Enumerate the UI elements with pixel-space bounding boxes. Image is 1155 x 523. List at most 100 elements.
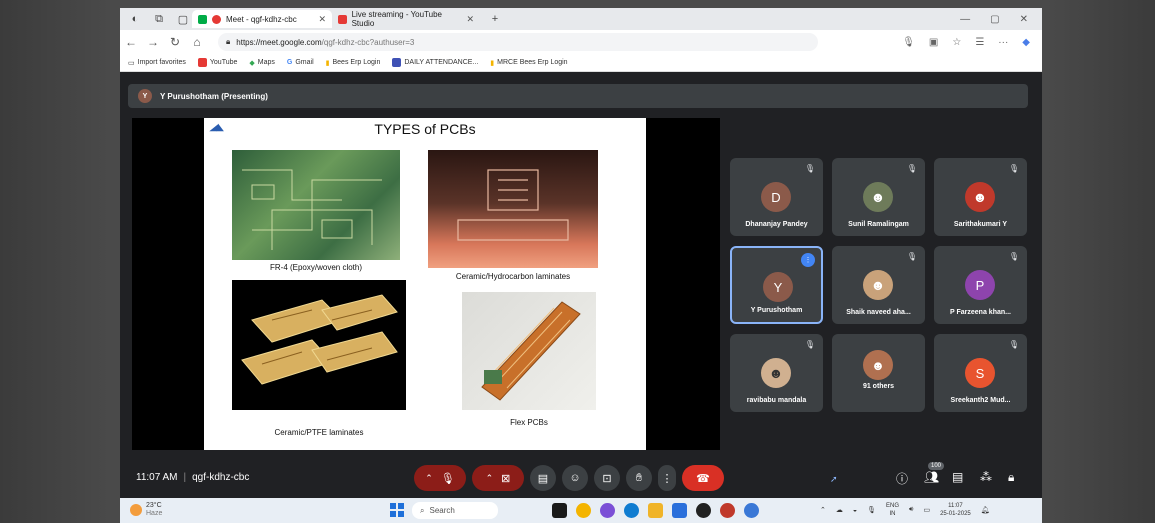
presenter-label: Y Purushotham (Presenting) [160, 91, 268, 101]
favorites-icon[interactable]: ☰ [975, 37, 984, 48]
participant-tile[interactable]: 🎙︎ ☻ ravibabu mandala [730, 334, 823, 412]
caption-fr4: FR-4 (Epoxy/woven cloth) [269, 263, 363, 272]
language-code: ENG [886, 503, 900, 509]
app-icon[interactable] [672, 503, 687, 518]
reactions-button[interactable]: ☺ [562, 465, 588, 491]
notification-bell-icon[interactable]: 🔔︎ [981, 506, 990, 514]
participant-tile[interactable]: 🎙︎ S Sreekanth2 Mud... [934, 334, 1027, 412]
present-button[interactable]: ⊡ [594, 465, 620, 491]
meeting-details-icon[interactable]: ⓘ [896, 470, 908, 487]
region-code: IN [889, 511, 896, 517]
url-field[interactable]: 🔒︎ https://meet.google.com/qgf-kdhz-cbc?… [218, 33, 818, 51]
participant-tile-speaking[interactable]: ⋮ Y Y Purushotham [730, 246, 823, 324]
volume-icon[interactable]: 🔊︎ [909, 506, 913, 514]
more-icon[interactable]: ··· [998, 37, 1008, 48]
muted-mic-icon: 🎙︎ [1008, 252, 1019, 261]
mic-tray-icon[interactable]: 🎙︎ [867, 506, 876, 514]
person-photo-icon: ☻ [870, 277, 886, 293]
chevron-up-icon: ⌃ [425, 472, 433, 483]
forward-icon[interactable]: → [142, 35, 164, 49]
weather-widget[interactable]: 23°C Haze [130, 502, 162, 518]
avatar: ☻ [863, 270, 893, 300]
tray-overflow-icon[interactable]: ⌃ [820, 506, 826, 514]
app-icon[interactable] [576, 503, 591, 518]
bookmark-icon: ▮ [325, 59, 330, 67]
file-explorer-icon[interactable] [648, 503, 663, 518]
windows-start-icon[interactable] [390, 503, 404, 517]
microphone-toggle-button[interactable]: ⌃ 🎙︎ [414, 465, 466, 491]
close-window-icon[interactable]: ✕ [1020, 14, 1028, 25]
camera-off-icon: ⊠ [501, 472, 511, 485]
tab-actions-icon[interactable]: ▢ [174, 10, 192, 28]
network-icon[interactable]: ◒ [853, 507, 857, 514]
more-vert-icon: ⋮ [661, 472, 673, 485]
more-options-button[interactable]: ⋮ [658, 465, 676, 491]
camera-toggle-button[interactable]: ⌃ ⊠ [472, 465, 524, 491]
chrome-icon[interactable] [720, 503, 735, 518]
refresh-icon[interactable]: ↻ [164, 35, 186, 49]
bookmark-bees-erp[interactable]: ▮ Bees Erp Login [326, 59, 381, 67]
caption-ceramic-hydrocarbon: Ceramic/Hydrocarbon laminates [455, 272, 571, 281]
profile-icon[interactable]: ◐ [126, 10, 144, 28]
bookmark-youtube[interactable]: YouTube [197, 58, 237, 67]
participant-tile[interactable]: 🎙︎ ☻ Sarithakumari Y [934, 158, 1027, 236]
others-tile[interactable]: ☻ 91 others [832, 334, 925, 412]
captions-button[interactable]: ▤ [530, 465, 556, 491]
minimize-icon[interactable]: — [960, 14, 970, 25]
battery-icon[interactable]: ▭ [923, 506, 930, 514]
participant-name: Sreekanth2 Mud... [950, 397, 1011, 404]
task-view-icon[interactable] [552, 503, 567, 518]
others-avatars-icon: ☻ [863, 350, 893, 380]
copilot-icon[interactable]: ◆ [1022, 37, 1030, 48]
activities-icon[interactable]: ⁂ [980, 470, 992, 484]
temperature: 23°C [146, 502, 162, 509]
people-icon[interactable]: 👥︎ [924, 470, 939, 484]
close-tab-icon[interactable]: ✕ [466, 14, 474, 25]
ceramic-hydrocarbon-pcb-image [428, 150, 598, 268]
participant-tile[interactable]: 🎙︎ ☻ Shaik naveed aha... [832, 246, 925, 324]
bookmark-gmail[interactable]: G Gmail [287, 59, 314, 66]
participant-tile[interactable]: 🎙︎ P P Farzeena khan... [934, 246, 1027, 324]
sheet-icon [392, 58, 402, 67]
workspaces-icon[interactable]: ⧉ [150, 10, 168, 28]
bookmark-maps[interactable]: ◆ Maps [249, 59, 275, 67]
mic-off-icon: 🎙︎ [440, 472, 455, 485]
new-tab-button[interactable]: + [486, 10, 504, 28]
app-icon[interactable] [600, 503, 615, 518]
participant-name: Sunil Ramalingam [848, 221, 909, 228]
raise-hand-button[interactable]: ✋︎ [626, 465, 652, 491]
close-tab-icon[interactable]: ✕ [318, 14, 326, 25]
edge-icon[interactable] [624, 503, 639, 518]
meeting-code: qgf-kdhz-cbc [192, 472, 250, 483]
tab-meet[interactable]: Meet - qgf-kdhz-cbc ✕ [192, 10, 332, 28]
ceramic-ptfe-pcb-image [232, 280, 406, 410]
address-bar-row: ← → ↻ ⌂ 🔒︎ https://meet.google.com/qgf-k… [120, 30, 1042, 54]
reader-icon[interactable]: ▣ [929, 37, 938, 48]
google-icon: G [286, 59, 293, 66]
language-indicator[interactable]: ENG IN [886, 502, 899, 518]
taskbar-clock[interactable]: 11:07 25-01-2025 [940, 502, 971, 518]
leave-call-button[interactable]: ☎︎ [682, 465, 724, 491]
url-path: /qgf-kdhz-cbc?authuser=3 [321, 37, 415, 47]
home-icon[interactable]: ⌂ [186, 35, 208, 49]
tab-youtube-studio[interactable]: Live streaming - YouTube Studio ✕ [332, 10, 480, 28]
bookmark-import-favorites[interactable]: ▭ Import favorites [128, 59, 186, 67]
chat-icon[interactable]: ▤ [952, 470, 963, 484]
maximize-icon[interactable]: ▢ [990, 14, 999, 25]
taskbar-search[interactable]: ⌕ Search [412, 502, 498, 519]
cloud-icon[interactable]: ☁︎ [836, 506, 843, 514]
microphone-icon[interactable]: 🎙︎ [902, 37, 915, 48]
app-icon[interactable] [744, 503, 759, 518]
participant-tile[interactable]: 🎙︎ ☻ Sunil Ramalingam [832, 158, 925, 236]
host-controls-icon[interactable]: 🔒︎ [1008, 470, 1014, 485]
participant-tile[interactable]: 🎙︎ D Dhananjay Pandey [730, 158, 823, 236]
bookmark-daily-attendance[interactable]: DAILY ATTENDANCE... [392, 58, 478, 67]
back-icon[interactable]: ← [120, 35, 142, 49]
bookmark-mrce-bees-erp[interactable]: ▮ MRCE Bees Erp Login [490, 59, 567, 67]
youtube-favicon [338, 14, 347, 24]
meeting-info: 11:07 AM | qgf-kdhz-cbc [136, 472, 250, 483]
circuit-traces-icon [457, 169, 569, 241]
presentation-stage: ◢◣ TYPES of PCBs FR-4 (Epoxy/woven cloth… [132, 118, 720, 450]
favorite-star-icon[interactable]: ☆ [952, 37, 961, 48]
app-icon[interactable] [696, 503, 711, 518]
